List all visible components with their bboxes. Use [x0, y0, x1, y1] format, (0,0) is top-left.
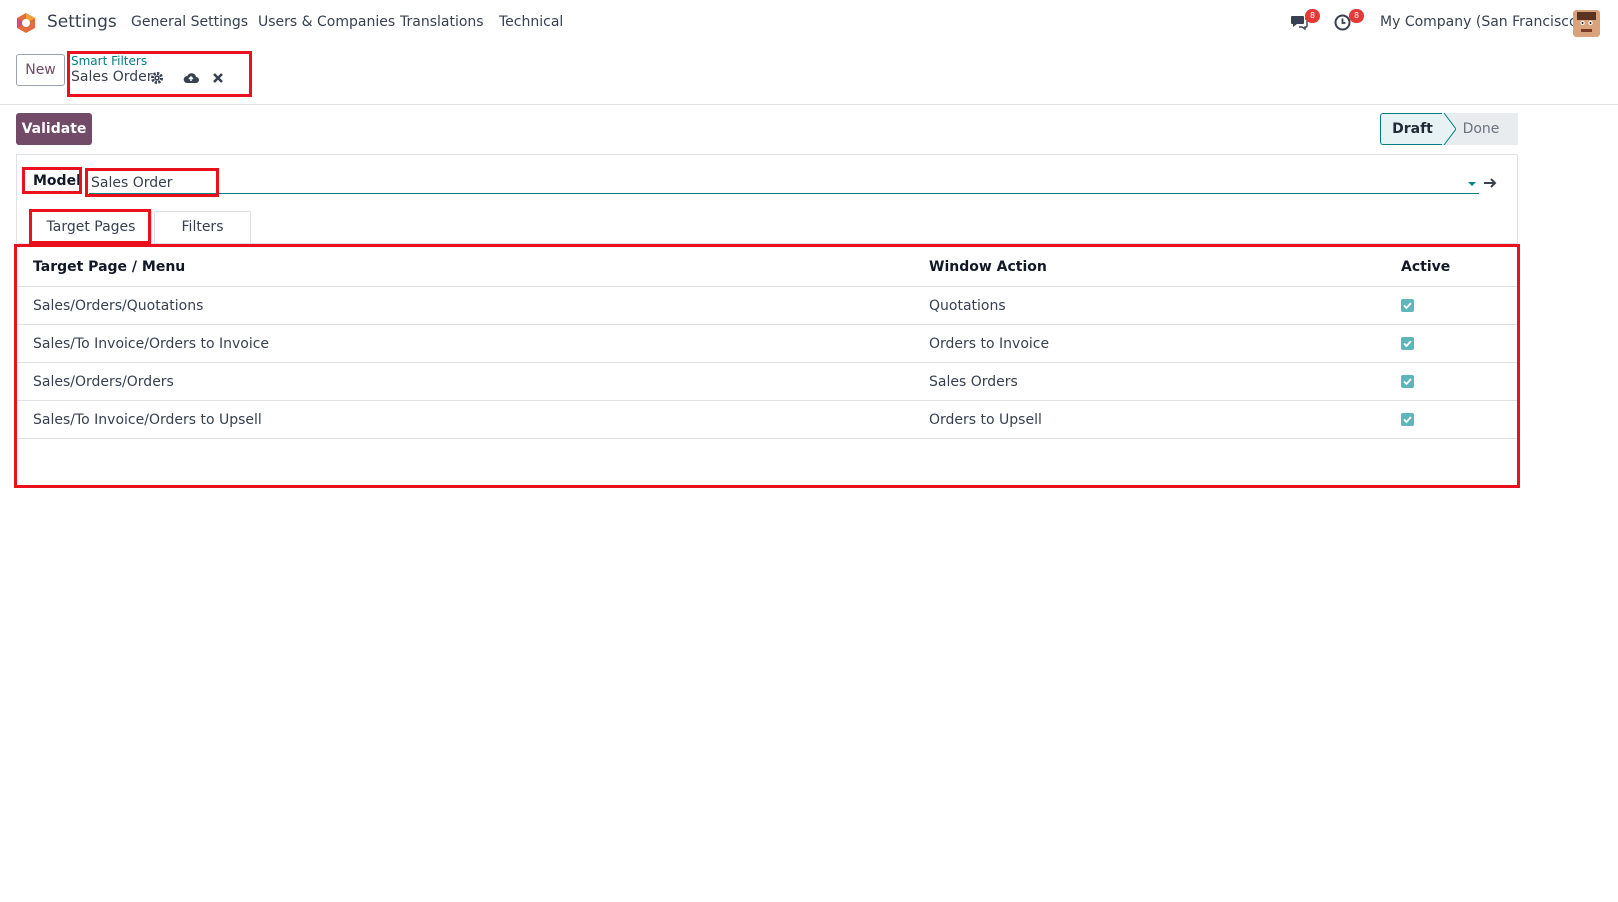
row-target: Sales/To Invoice/Orders to Invoice: [17, 324, 913, 363]
row-action: Sales Orders: [913, 362, 1385, 401]
menu-technical[interactable]: Technical: [499, 14, 563, 30]
col-window-action[interactable]: Window Action: [913, 248, 1385, 287]
company-switcher[interactable]: My Company (San Francisco): [1380, 14, 1583, 30]
check-icon: [1403, 416, 1412, 424]
row-active: [1385, 400, 1517, 439]
menu-translations[interactable]: Translations: [400, 14, 484, 30]
check-icon: [1403, 378, 1412, 386]
status-draft[interactable]: Draft: [1380, 113, 1444, 145]
table-row[interactable]: Sales/Orders/Orders Sales Orders: [17, 362, 1517, 401]
status-arrow-icon: [1442, 113, 1456, 145]
arrow-right-icon[interactable]: [1482, 176, 1498, 190]
active-checkbox[interactable]: [1401, 299, 1414, 312]
activities-button[interactable]: 8: [1334, 9, 1364, 34]
model-input[interactable]: [89, 173, 1479, 194]
row-active: [1385, 362, 1517, 401]
app-logo-icon[interactable]: [15, 12, 37, 34]
activities-badge: 8: [1349, 9, 1364, 23]
table-row[interactable]: Sales/To Invoice/Orders to Invoice Order…: [17, 324, 1517, 363]
row-action: Orders to Invoice: [913, 324, 1385, 363]
control-panel: New Smart Filters Sales Order: [0, 46, 1618, 105]
new-button[interactable]: New: [16, 54, 65, 86]
validate-button[interactable]: Validate: [16, 113, 92, 145]
app-title[interactable]: Settings: [47, 12, 117, 32]
model-label: Model: [33, 173, 81, 189]
col-active[interactable]: Active: [1385, 248, 1517, 287]
avatar-face-icon: [1573, 10, 1600, 37]
row-action: Quotations: [913, 286, 1385, 325]
messages-badge: 8: [1305, 9, 1320, 23]
row-target: Sales/Orders/Quotations: [17, 286, 913, 325]
menu-general-settings[interactable]: General Settings: [131, 14, 248, 30]
gear-icon[interactable]: [150, 71, 164, 85]
row-target: Sales/To Invoice/Orders to Upsell: [17, 400, 913, 439]
menu-users-companies[interactable]: Users & Companies: [258, 14, 395, 30]
table-header-row: Target Page / Menu Window Action Active: [17, 248, 1517, 287]
cloud-upload-icon[interactable]: [183, 71, 199, 85]
tab-target-pages[interactable]: Target Pages: [30, 211, 152, 243]
row-active: [1385, 324, 1517, 363]
active-checkbox[interactable]: [1401, 337, 1414, 350]
check-icon: [1403, 340, 1412, 348]
row-target: Sales/Orders/Orders: [17, 362, 913, 401]
check-icon: [1403, 302, 1412, 310]
table-row[interactable]: Sales/To Invoice/Orders to Upsell Orders…: [17, 400, 1517, 439]
discard-close-icon[interactable]: [211, 71, 225, 85]
active-checkbox[interactable]: [1401, 375, 1414, 388]
active-checkbox[interactable]: [1401, 413, 1414, 426]
tab-divider: [17, 243, 1517, 244]
col-target-page[interactable]: Target Page / Menu: [17, 248, 913, 287]
row-action: Orders to Upsell: [913, 400, 1385, 439]
table-row[interactable]: Sales/Orders/Quotations Quotations: [17, 286, 1517, 325]
row-active: [1385, 286, 1517, 325]
top-navbar: Settings General Settings Users & Compan…: [0, 0, 1618, 46]
messages-button[interactable]: 8: [1290, 9, 1320, 34]
tab-filters[interactable]: Filters: [154, 211, 251, 243]
breadcrumb-parent[interactable]: Smart Filters: [71, 54, 147, 68]
target-pages-table: Target Page / Menu Window Action Active …: [17, 248, 1517, 439]
chevron-down-icon[interactable]: [1467, 180, 1477, 188]
user-avatar[interactable]: [1573, 10, 1600, 37]
breadcrumb-current: Sales Order: [71, 69, 153, 85]
